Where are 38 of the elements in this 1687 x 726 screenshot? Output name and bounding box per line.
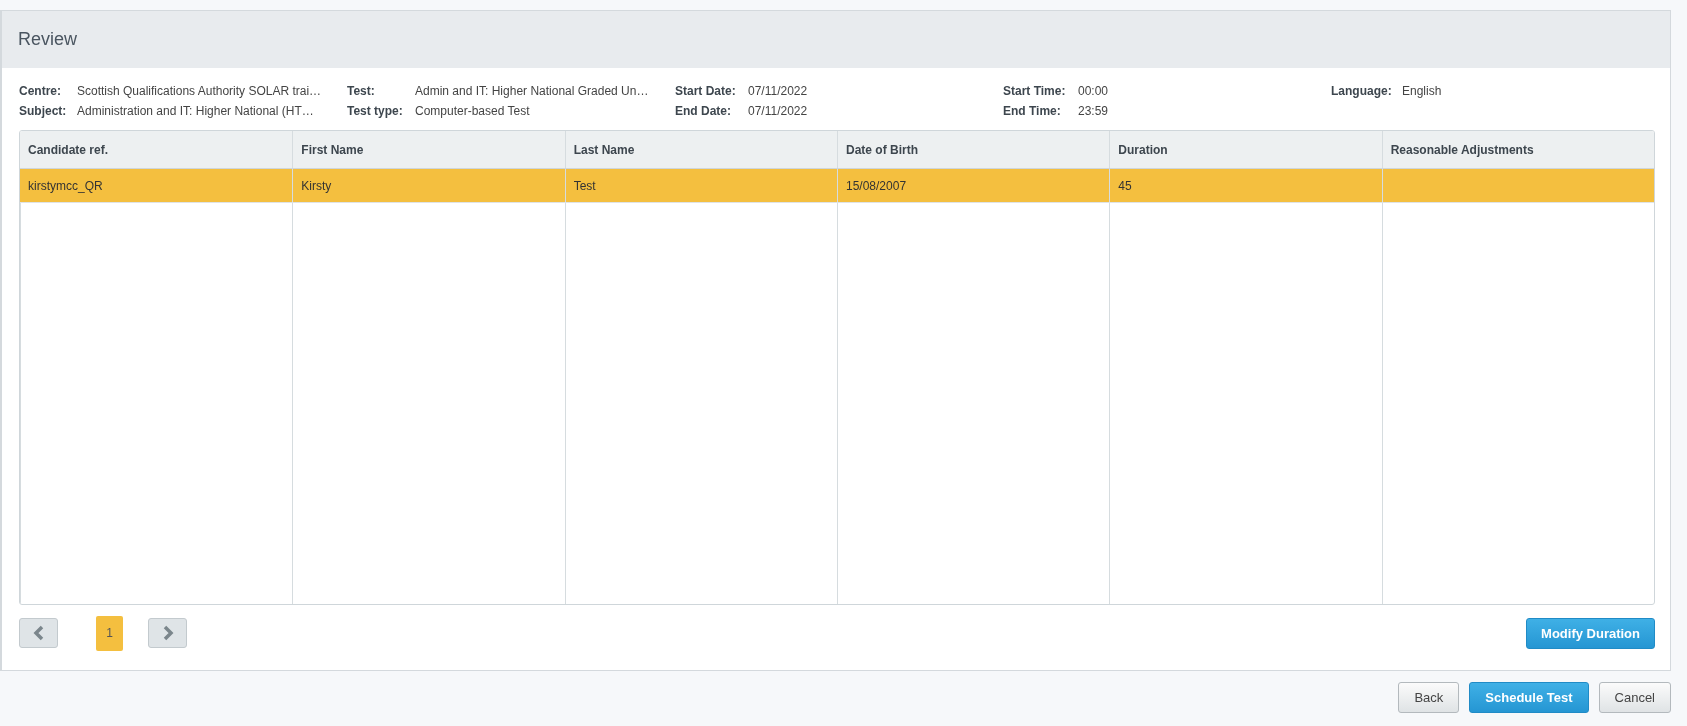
table-row[interactable]: kirstymcc_QR Kirsty Test 15/08/2007 45 bbox=[20, 169, 1654, 203]
column-header: Candidate ref. bbox=[27, 141, 109, 159]
page-button[interactable]: 1 bbox=[96, 615, 123, 651]
chevron-left-icon bbox=[32, 625, 45, 641]
detail-label: Language: bbox=[1331, 84, 1393, 98]
detail-label: Test type: bbox=[347, 104, 404, 118]
column-header: Date of Birth bbox=[837, 131, 1110, 168]
detail-label: Test: bbox=[347, 84, 376, 98]
next-page-button[interactable] bbox=[148, 618, 187, 648]
detail-value: Computer-based Test bbox=[415, 104, 530, 118]
detail-value: 00:00 bbox=[1078, 84, 1109, 98]
detail-label: Subject: bbox=[19, 104, 68, 118]
detail-label: End Time: bbox=[1003, 104, 1062, 118]
column-header: Last Name bbox=[564, 131, 837, 168]
detail-value: 07/11/2022 bbox=[748, 104, 808, 118]
detail-label: End Date: bbox=[675, 104, 732, 118]
column-header: First Name bbox=[292, 131, 565, 168]
footer-button[interactable]: Back bbox=[1398, 682, 1460, 713]
detail-value: Administration and IT: Higher National (HT… bbox=[77, 104, 314, 118]
column-header: Reasonable Adjustments bbox=[1381, 131, 1654, 168]
chevron-right-icon bbox=[161, 625, 174, 641]
previous-page-button[interactable] bbox=[19, 618, 58, 648]
detail-label: Centre: bbox=[19, 84, 62, 98]
table-cell-text: kirstymcc_QR bbox=[27, 177, 104, 195]
detail-value: English bbox=[1402, 84, 1442, 98]
detail-value: 23:59 bbox=[1078, 104, 1109, 118]
table-cell: 15/08/2007 bbox=[837, 169, 1110, 202]
detail-value: Admin and IT: Higher National Graded Un… bbox=[415, 84, 649, 98]
footer-button[interactable]: Cancel bbox=[1598, 682, 1671, 713]
detail-value: Scottish Qualifications Authority SOLAR trai… bbox=[77, 84, 322, 98]
table-cell: Kirsty bbox=[292, 169, 565, 202]
detail-label: Start Date: bbox=[675, 84, 737, 98]
table-cell: Test bbox=[564, 169, 837, 202]
detail-value: 07/11/2022 bbox=[748, 84, 808, 98]
table-cell: 45 bbox=[1109, 169, 1382, 202]
column-header: Duration bbox=[1109, 131, 1382, 168]
panel-title: Review bbox=[18, 29, 78, 50]
detail-label: Start Time: bbox=[1003, 84, 1067, 98]
